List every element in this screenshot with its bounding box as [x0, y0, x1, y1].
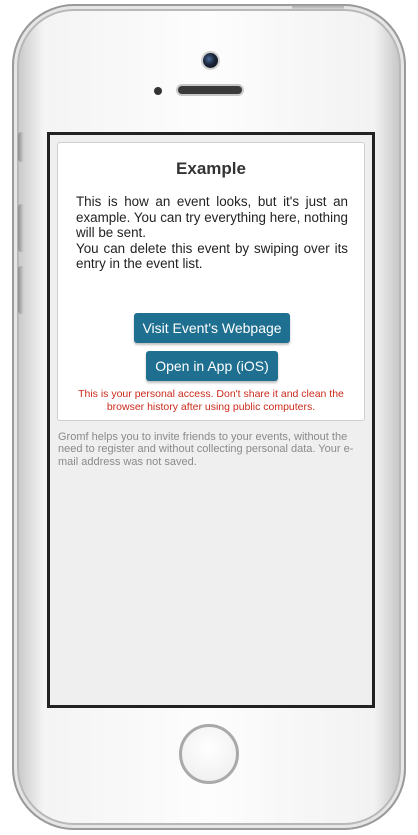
- front-camera-icon: [203, 53, 218, 68]
- home-button[interactable]: [179, 724, 239, 784]
- privacy-warning: This is your personal access. Don't shar…: [78, 388, 344, 413]
- footer-text: Gromf helps you to invite friends to you…: [58, 431, 354, 468]
- event-description: This is how an event looks, but it's jus…: [76, 194, 348, 271]
- volume-down-button: [18, 266, 24, 314]
- earpiece-speaker: [178, 86, 242, 94]
- phone-screen: Example This is how an event looks, but …: [47, 132, 375, 708]
- proximity-sensor: [154, 87, 162, 95]
- visit-webpage-button[interactable]: Visit Event's Webpage: [134, 313, 290, 343]
- mute-switch: [18, 132, 24, 162]
- event-title: Example: [176, 159, 246, 178]
- open-in-app-button[interactable]: Open in App (iOS): [146, 351, 278, 381]
- event-card: Example This is how an event looks, but …: [57, 142, 365, 421]
- power-button: [292, 4, 344, 9]
- volume-up-button: [18, 204, 24, 252]
